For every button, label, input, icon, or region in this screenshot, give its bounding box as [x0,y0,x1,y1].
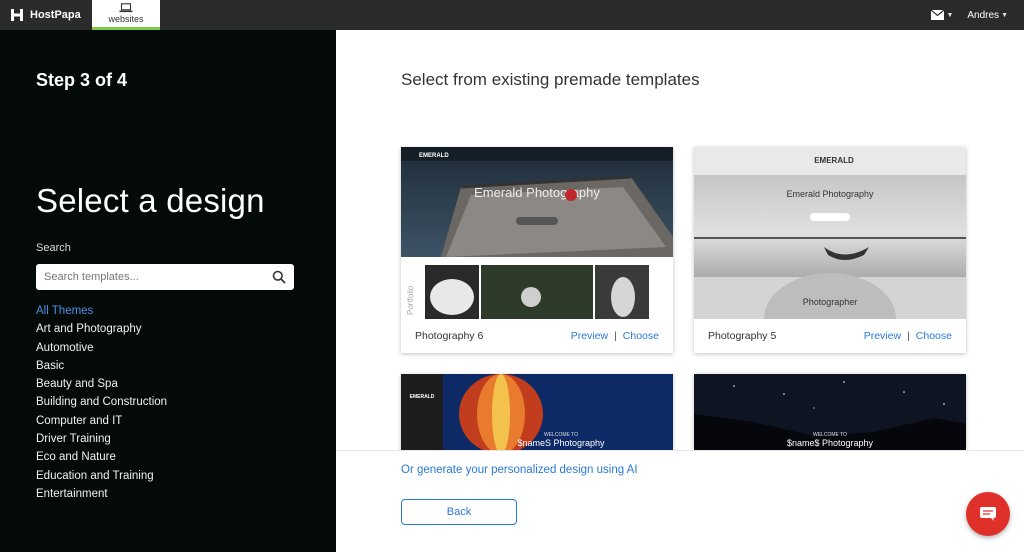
chat-button[interactable] [966,492,1010,536]
top-bar: HostPapa websites ▼ Andres ▼ [0,0,1024,30]
brand-name: HostPapa [30,9,81,21]
template-thumbnail[interactable]: EMERALD Emerald Photography Portfolio [401,147,673,319]
hostpapa-logo-icon [11,9,23,21]
ai-generate-link[interactable]: Or generate your personalized design usi… [401,464,638,476]
bottom-panel: Or generate your personalized design usi… [336,450,1024,552]
mail-menu[interactable]: ▼ [931,10,953,20]
thumb-side-label: Portfolio [406,285,415,315]
preview-link[interactable]: Preview [571,330,608,342]
template-name: Photography 5 [708,330,777,342]
thumb-title: $nameS Photography [517,438,605,448]
section-title: Select from existing premade templates [401,70,700,89]
thumb-title: $name$ Photography [787,438,874,448]
sidebar: Step 3 of 4 Select a design Search All T… [0,30,336,552]
user-menu[interactable]: Andres ▼ [967,10,1008,21]
theme-item-basic[interactable]: Basic [36,357,167,375]
choose-link[interactable]: Choose [916,330,952,342]
card-footer: Photography 5 Preview | Choose [694,319,966,353]
preview-link[interactable]: Preview [864,330,901,342]
tab-websites-label: websites [108,14,144,24]
choose-link[interactable]: Choose [623,330,659,342]
template-card-photography-5[interactable]: EMERALD Emerald Photography Photographer… [694,147,966,353]
theme-item-automotive[interactable]: Automotive [36,339,167,357]
theme-item-all-themes[interactable]: All Themes [36,302,167,320]
envelope-icon [931,10,945,20]
back-button[interactable]: Back [401,499,517,525]
tab-websites[interactable]: websites [92,0,160,30]
chat-bubble-icon [980,507,996,521]
search-input[interactable] [44,271,272,283]
theme-list: All Themes Art and Photography Automotiv… [36,302,167,503]
thumb-title: Emerald Photography [474,185,600,200]
thumb-brand: EMERALD [410,394,435,400]
divider: | [907,330,910,342]
chevron-down-icon: ▼ [1001,11,1008,19]
user-name: Andres [967,9,1000,21]
divider: | [614,330,617,342]
search-box [36,264,294,290]
thumb-brand: EMERALD [419,153,449,159]
theme-item-education-and-training[interactable]: Education and Training [36,467,167,485]
page-title: Select a design [36,182,265,219]
chevron-down-icon: ▼ [946,11,954,19]
theme-item-beauty-and-spa[interactable]: Beauty and Spa [36,375,167,393]
search-label: Search [36,242,71,254]
search-icon[interactable] [272,270,286,284]
theme-item-entertainment[interactable]: Entertainment [36,485,167,503]
hostpapa-logo[interactable]: HostPapa [0,0,92,30]
step-indicator: Step 3 of 4 [36,70,128,90]
thumb-title: Emerald Photography [786,189,874,199]
template-card-photography-6[interactable]: EMERALD Emerald Photography Portfolio Ph… [401,147,673,353]
thumb-brand: EMERALD [814,156,854,165]
thumb-subtitle: Photographer [803,297,858,307]
main-content: Select from existing premade templates E… [336,30,1024,552]
theme-item-building-and-construction[interactable]: Building and Construction [36,393,167,411]
theme-item-computer-and-it[interactable]: Computer and IT [36,412,167,430]
template-thumbnail[interactable]: EMERALD Emerald Photography Photographer [694,147,966,319]
card-footer: Photography 6 Preview | Choose [401,319,673,353]
template-name: Photography 6 [415,330,484,342]
theme-item-eco-and-nature[interactable]: Eco and Nature [36,448,167,466]
theme-item-art-and-photography[interactable]: Art and Photography [36,320,167,338]
laptop-icon [119,3,133,13]
theme-item-driver-training[interactable]: Driver Training [36,430,167,448]
